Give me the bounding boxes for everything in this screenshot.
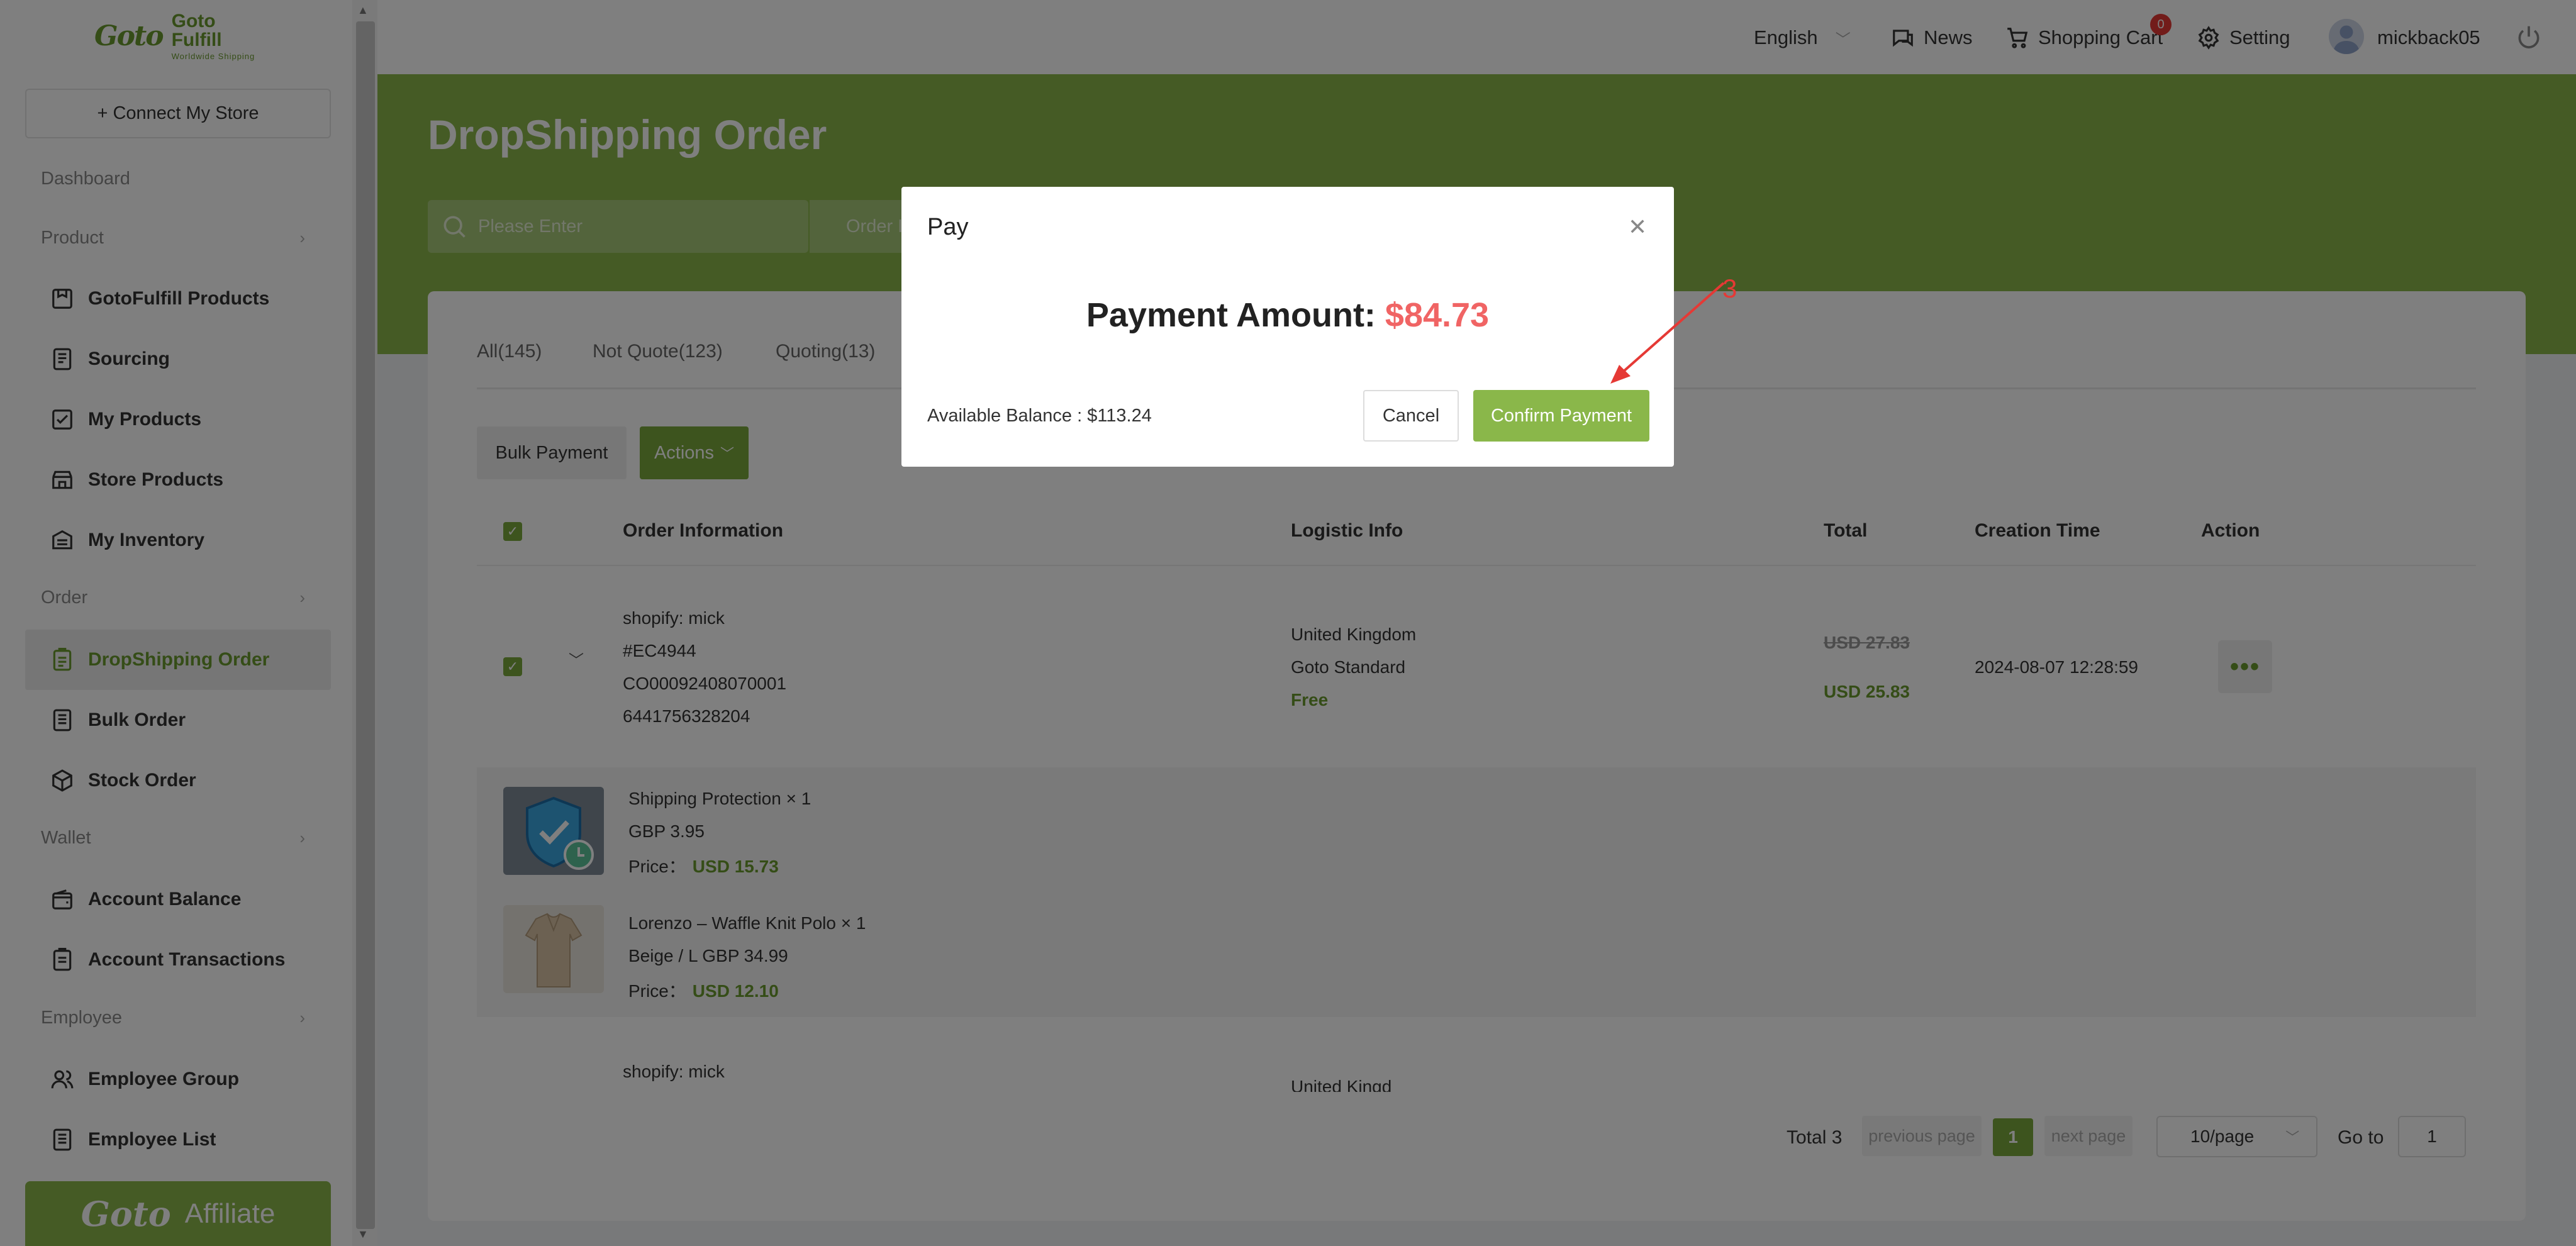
annotation-arrow-icon: [1610, 282, 1725, 384]
cancel-button[interactable]: Cancel: [1363, 390, 1459, 442]
close-icon[interactable]: ✕: [1628, 214, 1647, 240]
payment-amount: Payment Amount: $84.73: [901, 296, 1674, 335]
confirm-payment-button[interactable]: Confirm Payment: [1473, 390, 1649, 442]
payment-amount-value: $84.73: [1385, 296, 1490, 334]
payment-amount-label: Payment Amount:: [1086, 296, 1385, 334]
modal-title: Pay: [927, 214, 969, 240]
available-balance: Available Balance : $113.24: [927, 406, 1152, 426]
